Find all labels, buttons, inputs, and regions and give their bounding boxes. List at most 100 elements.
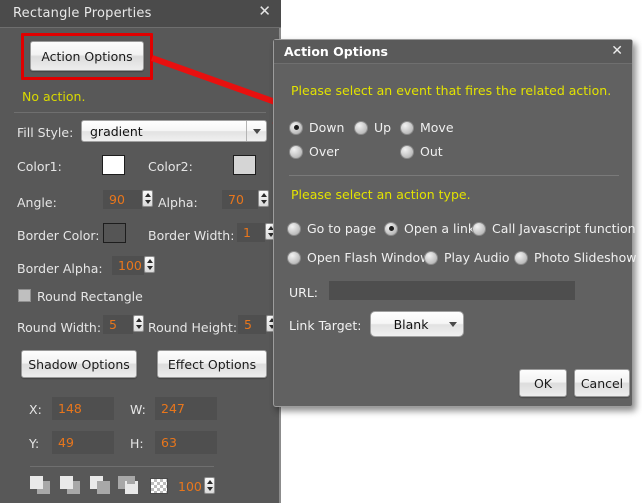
radio-dot-icon	[514, 251, 528, 265]
radio-label: Open Flash Window	[307, 250, 430, 265]
round-width-input[interactable]: 5	[103, 315, 133, 334]
radio-dot-icon	[289, 145, 303, 159]
angle-stepper[interactable]	[142, 190, 153, 207]
ok-button[interactable]: OK	[519, 369, 567, 397]
cancel-button[interactable]: Cancel	[574, 369, 630, 397]
opacity-stepper[interactable]	[204, 477, 215, 494]
round-width-stepper[interactable]	[133, 315, 144, 332]
radio-label: Up	[374, 120, 391, 135]
border-alpha-stepper[interactable]	[144, 256, 155, 273]
effect-options-button[interactable]: Effect Options	[157, 350, 267, 378]
url-input[interactable]	[329, 281, 575, 300]
link-target-label: Link Target:	[289, 318, 361, 333]
round-height-input[interactable]: 5	[238, 315, 266, 334]
panel-divider-1	[14, 112, 266, 113]
send-to-back-icon[interactable]	[118, 476, 140, 495]
angle-label: Angle:	[17, 195, 57, 210]
radio-dot-icon	[424, 251, 438, 265]
panel-title: Rectangle Properties	[13, 6, 152, 21]
radio-event-down[interactable]: Down	[289, 120, 344, 135]
opacity-input[interactable]: 100	[172, 477, 204, 496]
radio-label: Play Audio	[444, 250, 510, 265]
link-target-value: Blank	[371, 317, 443, 332]
radio-dot-icon	[400, 121, 414, 135]
radio-label: Photo Slideshow	[534, 250, 636, 265]
angle-input[interactable]: 90	[103, 190, 142, 209]
border-alpha-input[interactable]: 100	[112, 256, 144, 275]
radio-dot-icon	[472, 222, 486, 236]
radio-dot-icon	[287, 251, 301, 265]
radio-label: Out	[420, 144, 443, 159]
round-height-label: Round Height:	[148, 320, 237, 335]
h-label: H:	[130, 436, 144, 451]
alpha-input[interactable]: 70	[222, 190, 258, 209]
bring-forward-icon[interactable]	[60, 476, 82, 495]
alpha-stepper[interactable]	[258, 190, 269, 207]
radio-dot-icon	[289, 121, 303, 135]
round-rectangle-checkbox[interactable]	[18, 289, 31, 302]
chevron-down-icon[interactable]	[246, 121, 266, 141]
round-width-label: Round Width:	[17, 320, 101, 335]
border-width-input[interactable]: 1	[237, 223, 265, 242]
x-label: X:	[29, 402, 42, 417]
h-input[interactable]: 63	[155, 431, 217, 454]
action-hint-text: Please select an action type.	[291, 187, 471, 202]
border-width-label: Border Width:	[148, 228, 234, 243]
w-input[interactable]: 247	[155, 397, 217, 420]
chevron-down-icon[interactable]	[443, 312, 463, 336]
screenshot-root: Rectangle Properties ✕ Action Options No…	[0, 0, 642, 503]
radio-label: Call Javascript function	[492, 221, 636, 236]
radio-dot-icon	[354, 121, 368, 135]
border-color-swatch[interactable]	[103, 223, 126, 243]
close-icon[interactable]: ✕	[258, 3, 271, 19]
radio-dot-icon	[287, 222, 301, 236]
radio-event-move[interactable]: Move	[400, 120, 454, 135]
radio-label: Move	[420, 120, 454, 135]
fill-style-select[interactable]: gradient	[81, 120, 267, 142]
shadow-options-button[interactable]: Shadow Options	[21, 350, 137, 378]
radio-event-over[interactable]: Over	[289, 144, 339, 159]
bring-to-front-icon[interactable]	[30, 476, 52, 495]
radio-label: Go to page	[307, 221, 376, 236]
border-color-label: Border Color:	[17, 228, 100, 243]
color1-swatch[interactable]	[102, 155, 125, 175]
radio-label: Over	[309, 144, 339, 159]
dialog-divider	[289, 175, 619, 176]
alpha-label: Alpha:	[158, 195, 198, 210]
fill-style-label: Fill Style:	[17, 125, 73, 140]
transparency-checker-icon[interactable]	[150, 478, 168, 494]
radio-dot-icon	[384, 222, 398, 236]
radio-dot-icon	[400, 145, 414, 159]
radio-action-go-to-page[interactable]: Go to page	[287, 221, 376, 236]
radio-label: Open a link	[404, 221, 475, 236]
radio-event-out[interactable]: Out	[400, 144, 443, 159]
color2-swatch[interactable]	[233, 155, 256, 175]
radio-action-call-javascript-function[interactable]: Call Javascript function	[472, 221, 636, 236]
border-alpha-label: Border Alpha:	[17, 261, 103, 276]
action-options-button[interactable]: Action Options	[30, 41, 144, 71]
radio-action-open-a-link[interactable]: Open a link	[384, 221, 475, 236]
send-backward-icon[interactable]	[90, 476, 112, 495]
y-label: Y:	[29, 436, 39, 451]
radio-event-up[interactable]: Up	[354, 120, 391, 135]
link-target-select[interactable]: Blank	[370, 311, 464, 337]
panel-divider-2	[30, 466, 214, 467]
fill-style-value: gradient	[82, 124, 246, 139]
close-icon[interactable]: ✕	[611, 43, 623, 59]
w-label: W:	[130, 402, 146, 417]
x-input[interactable]: 148	[52, 397, 114, 420]
radio-label: Down	[309, 120, 344, 135]
dialog-title: Action Options	[284, 44, 388, 59]
color2-label: Color2:	[148, 159, 193, 174]
radio-action-open-flash-window[interactable]: Open Flash Window	[287, 250, 430, 265]
url-label: URL:	[289, 285, 318, 300]
round-rectangle-label: Round Rectangle	[37, 289, 143, 304]
y-input[interactable]: 49	[52, 431, 114, 454]
event-hint-text: Please select an event that fires the re…	[291, 83, 611, 98]
color1-label: Color1:	[17, 159, 62, 174]
radio-action-play-audio[interactable]: Play Audio	[424, 250, 510, 265]
action-status-text: No action.	[22, 89, 85, 104]
radio-action-photo-slideshow[interactable]: Photo Slideshow	[514, 250, 636, 265]
action-options-dialog: Action Options ✕ Please select an event …	[273, 39, 633, 407]
rectangle-properties-panel: Rectangle Properties ✕ Action Options No…	[0, 0, 281, 503]
